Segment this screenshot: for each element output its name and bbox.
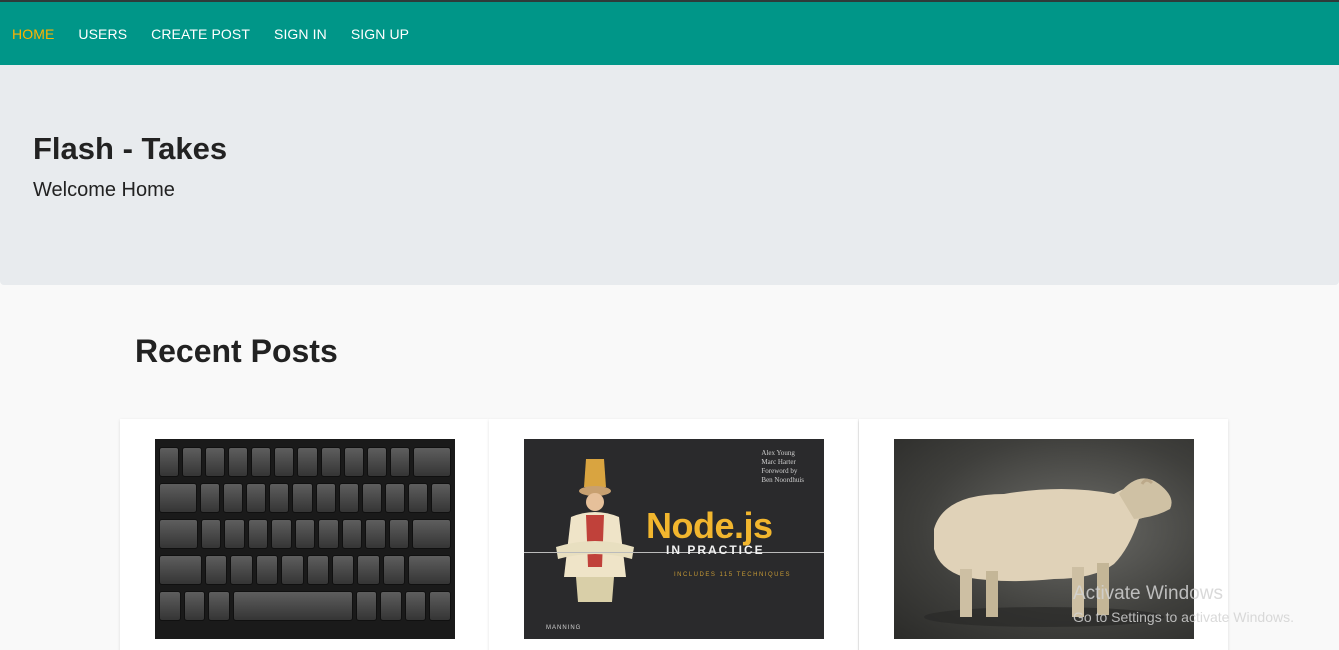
hero-banner: Flash - Takes Welcome Home	[0, 65, 1339, 285]
site-title: Flash - Takes	[33, 131, 228, 166]
book-subtitle: IN PRACTICE	[666, 543, 765, 557]
post-card[interactable]	[859, 419, 1228, 650]
post-card[interactable]: Alex Young Marc Harter Foreword by Ben N…	[489, 419, 858, 650]
post-card[interactable]	[120, 419, 489, 650]
nav-sign-in[interactable]: SIGN IN	[274, 26, 327, 42]
book-note: INCLUDES 115 TECHNIQUES	[674, 572, 791, 578]
sheep-photo[interactable]	[894, 439, 1194, 639]
site-subtitle: Welcome Home	[33, 179, 175, 201]
sheep-illustration	[924, 478, 1172, 627]
keyboard-photo[interactable]	[155, 439, 455, 639]
book-title: Node.js	[646, 505, 773, 546]
publisher-logo: MANNING	[546, 625, 582, 631]
nav-create-post[interactable]: CREATE POST	[151, 26, 250, 42]
nav-sign-up[interactable]: SIGN UP	[351, 26, 409, 42]
nodejs-book-cover[interactable]: Alex Young Marc Harter Foreword by Ben N…	[524, 439, 824, 639]
nav-home[interactable]: HOME	[12, 26, 54, 42]
book-authors: Alex Young Marc Harter Foreword by Ben N…	[761, 449, 804, 484]
figure-illustration	[556, 459, 634, 602]
recent-posts-heading: Recent Posts	[135, 333, 338, 369]
nav-users[interactable]: USERS	[78, 26, 127, 42]
navbar: HOME USERS CREATE POST SIGN IN SIGN UP	[0, 0, 1339, 65]
